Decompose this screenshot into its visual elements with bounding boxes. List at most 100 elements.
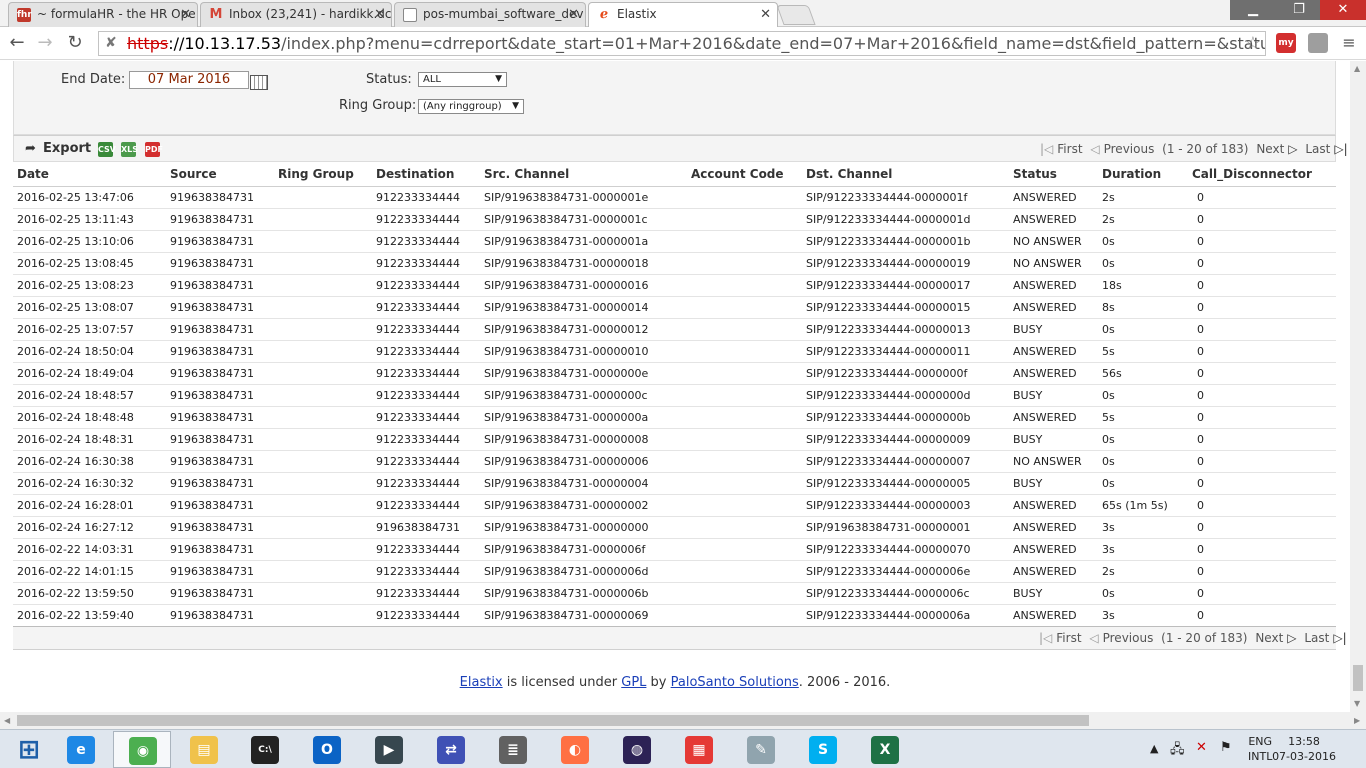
calendar-icon[interactable] [250, 75, 268, 90]
first-page-link[interactable]: First [1056, 631, 1081, 645]
tray-expand-icon[interactable]: ▲ [1150, 742, 1158, 755]
minimize-icon[interactable]: ▁ [1230, 0, 1276, 20]
close-icon[interactable]: ✕ [760, 3, 771, 26]
gpl-link[interactable]: GPL [621, 675, 646, 690]
column-header[interactable]: Ring Group [274, 162, 372, 187]
next-page-link[interactable]: Next [1255, 631, 1283, 645]
file-explorer-icon[interactable]: ▤ [175, 731, 233, 768]
export-pdf-icon[interactable]: PDF [145, 142, 163, 157]
app-grid-icon[interactable]: ▦ [670, 731, 728, 768]
my-extension-icon[interactable]: my [1276, 33, 1296, 53]
table-cell [687, 428, 802, 451]
column-header[interactable]: Date [13, 162, 166, 187]
table-cell: SIP/912233334444-0000000b [802, 406, 1009, 429]
export-csv-icon[interactable]: CSV [98, 142, 116, 157]
export-label: Export [43, 141, 92, 156]
close-icon[interactable]: ✕ [374, 3, 385, 26]
export-bar: ➦ Export CSV XLS PDF |◁ First ◁ Previous (… [13, 135, 1348, 162]
firefox-icon[interactable]: ◐ [546, 731, 604, 768]
close-window-icon[interactable]: ✕ [1320, 0, 1366, 20]
outlook-icon[interactable]: O [298, 731, 356, 768]
bookmark-star-icon[interactable]: ☆ [1245, 32, 1261, 55]
command-prompt-icon[interactable]: C:\ [236, 731, 294, 768]
column-header[interactable]: Duration [1098, 162, 1188, 187]
column-header[interactable]: Call_Disconnector [1188, 162, 1336, 187]
last-page-link[interactable]: Last [1304, 631, 1329, 645]
new-tab-button[interactable] [776, 5, 816, 25]
table-cell: 0 [1188, 406, 1336, 429]
column-header[interactable]: Status [1009, 162, 1098, 187]
scroll-up-icon[interactable]: ▲ [1354, 64, 1360, 73]
forward-arrow-icon[interactable]: → [34, 33, 56, 55]
address-bar[interactable]: ✘ https://10.13.17.53/index.php?menu=cdr… [98, 31, 1266, 56]
reload-icon[interactable]: ↻ [64, 33, 86, 55]
palosanto-link[interactable]: PaloSanto Solutions [671, 675, 799, 690]
table-cell [274, 604, 372, 627]
previous-page-icon: ◁ [1089, 631, 1099, 645]
network-tool-icon[interactable]: ⇄ [422, 731, 480, 768]
start-button[interactable]: ⊞ [0, 731, 58, 768]
maximize-icon[interactable]: ❐ [1276, 0, 1322, 20]
table-cell: 2016-02-25 13:08:45 [13, 252, 166, 275]
elastix-icon: ℯ [599, 7, 609, 22]
table-cell: SIP/919638384731-0000006b [480, 582, 687, 605]
horizontal-scrollbar[interactable]: ◀ ▶ [0, 712, 1366, 729]
browser-toolbar: ← → ↻ ✘ https://10.13.17.53/index.php?me… [0, 27, 1366, 60]
network-icon[interactable]: 🖧 [1170, 740, 1185, 762]
table-cell [687, 274, 802, 297]
table-cell: 0 [1188, 582, 1336, 605]
previous-page-link[interactable]: Previous [1104, 142, 1155, 156]
horizontal-scroll-thumb[interactable] [17, 715, 1089, 726]
dropdown-arrow-icon: ▼ [495, 74, 502, 84]
skype-icon[interactable]: S [794, 731, 852, 768]
volume-muted-icon[interactable]: ✕ [1196, 740, 1207, 755]
chrome-icon[interactable]: ◉ [113, 731, 171, 768]
eclipse-icon[interactable]: ◍ [608, 731, 666, 768]
flag-icon[interactable]: ⚑ [1220, 740, 1232, 755]
status-select[interactable]: ALL ▼ [418, 72, 507, 87]
remote-desktop-icon[interactable]: ▶ [360, 731, 418, 768]
column-header[interactable]: Account Code [687, 162, 802, 187]
back-arrow-icon[interactable]: ← [6, 33, 28, 55]
export-spreadsheet-icon[interactable]: XLS [121, 142, 138, 157]
menu-icon[interactable]: ≡ [1338, 33, 1360, 55]
excel-icon[interactable]: X [856, 731, 914, 768]
column-header[interactable]: Src. Channel [480, 162, 687, 187]
table-cell: 2s [1098, 208, 1188, 231]
close-icon[interactable]: ✕ [568, 3, 579, 26]
table-cell: 0 [1188, 604, 1336, 627]
firefox-icon: ◐ [561, 736, 589, 764]
next-page-link[interactable]: Next [1256, 142, 1284, 156]
tab-formulahr[interactable]: fhr ~ formulaHR - the HR Ope ✕ [8, 2, 198, 27]
table-cell: ANSWERED [1009, 274, 1098, 297]
table-cell: SIP/912233334444-0000006a [802, 604, 1009, 627]
notepad-icon[interactable]: ✎ [732, 731, 790, 768]
tab-gmail[interactable]: M Inbox (23,241) - hardikk.dc ✕ [200, 2, 392, 27]
scroll-right-icon[interactable]: ▶ [1354, 716, 1360, 725]
language-indicator[interactable]: ENG INTL [1248, 734, 1272, 764]
tab-elastix[interactable]: ℯ Elastix ✕ [588, 2, 778, 28]
end-date-input[interactable]: 07 Mar 2016 [129, 71, 249, 89]
column-header[interactable]: Destination [372, 162, 480, 187]
url-path: /index.php?menu=cdrreport&date_start=01+… [281, 34, 1266, 53]
tab-pos-mumbai[interactable]: pos-mumbai_software_dev ✕ [394, 2, 586, 27]
puzzle-extension-icon[interactable] [1308, 33, 1328, 53]
last-page-icon: ▷| [1334, 142, 1348, 156]
previous-page-link[interactable]: Previous [1103, 631, 1154, 645]
system-clock[interactable]: 13:58 07-03-2016 [1272, 734, 1336, 764]
elastix-link[interactable]: Elastix [460, 675, 503, 690]
database-icon[interactable]: ≣ [484, 731, 542, 768]
ring-group-select[interactable]: (Any ringgroup) ▼ [418, 99, 524, 114]
vertical-scrollbar[interactable]: ▲ ▼ [1350, 61, 1366, 712]
first-page-link[interactable]: First [1057, 142, 1082, 156]
close-icon[interactable]: ✕ [180, 3, 191, 26]
scroll-left-icon[interactable]: ◀ [4, 716, 10, 725]
column-header[interactable]: Source [166, 162, 274, 187]
internet-explorer-icon[interactable]: e [52, 731, 110, 768]
column-header[interactable]: Dst. Channel [802, 162, 1009, 187]
scroll-down-icon[interactable]: ▼ [1354, 699, 1360, 708]
vertical-scroll-thumb[interactable] [1353, 665, 1363, 691]
last-page-link[interactable]: Last [1305, 142, 1330, 156]
table-cell: SIP/912233334444-00000003 [802, 494, 1009, 517]
footer-text: by [646, 675, 671, 690]
